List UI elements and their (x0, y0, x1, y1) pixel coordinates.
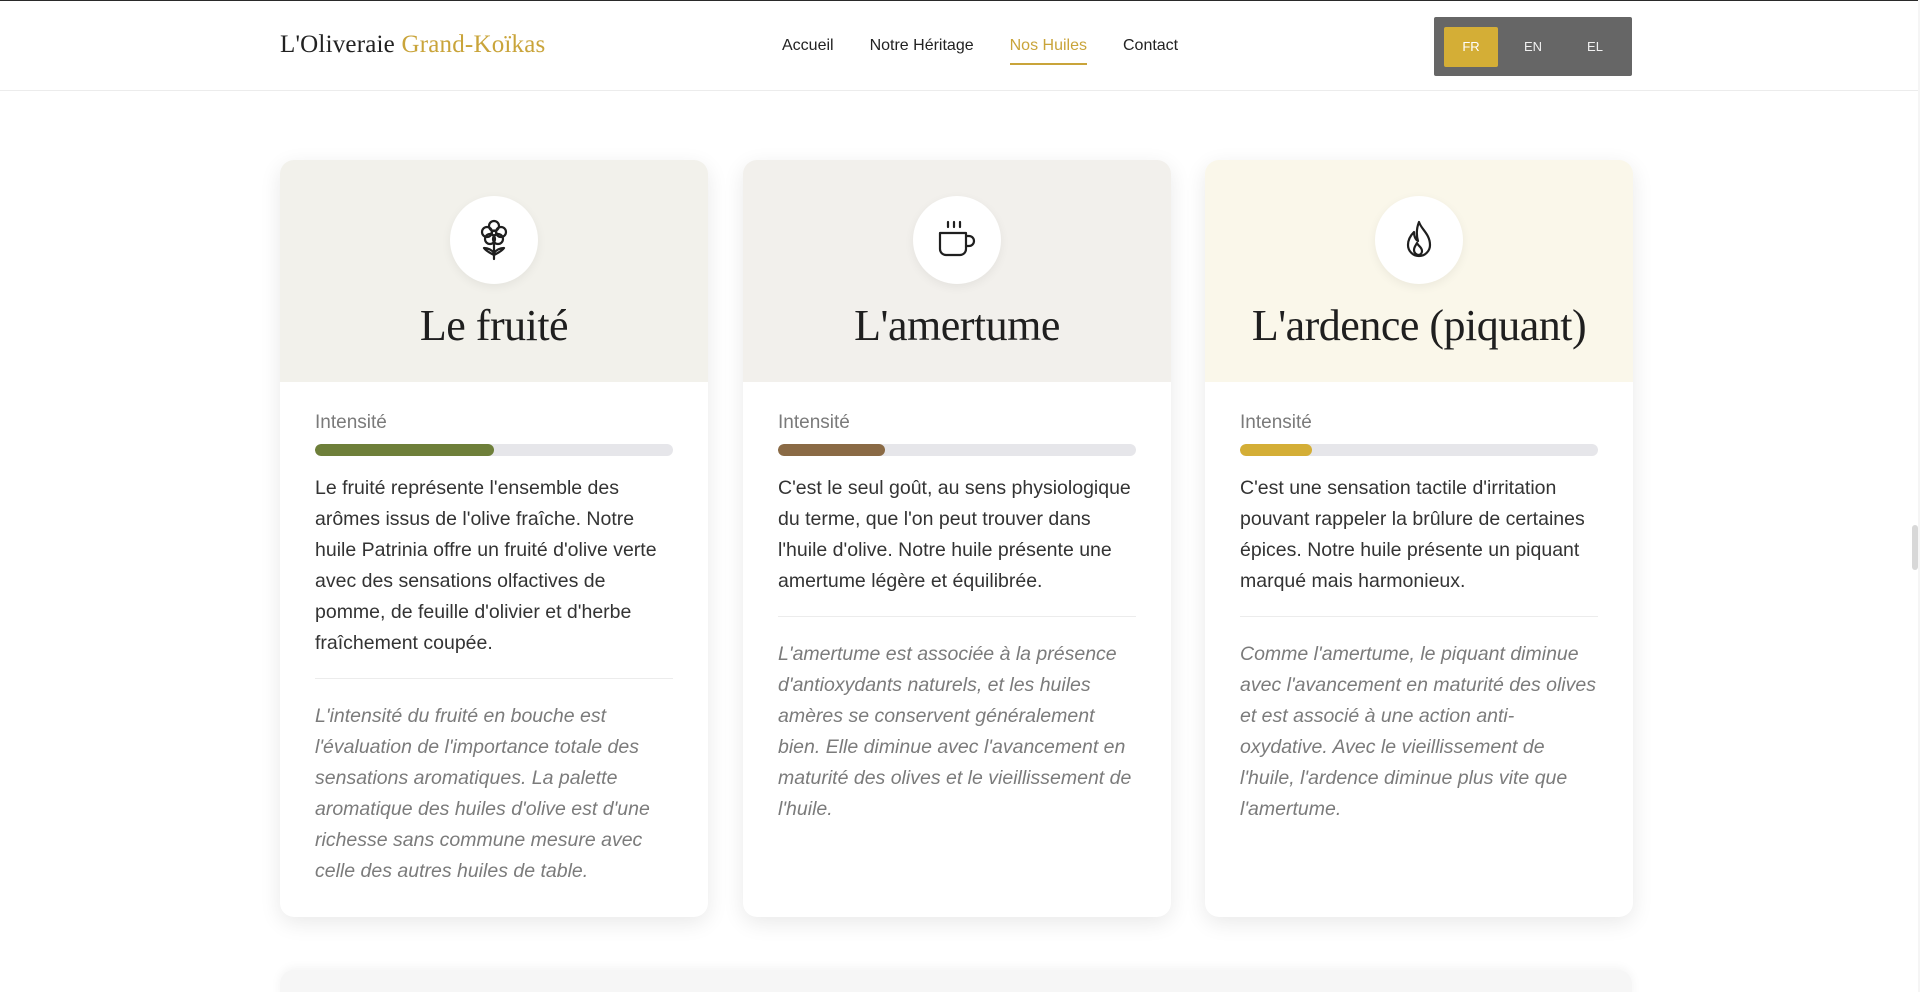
card-note: Comme l'amertume, le piquant diminue ave… (1240, 643, 1596, 820)
scrollbar-thumb[interactable] (1912, 525, 1918, 570)
icon-badge (1375, 196, 1463, 284)
language-button-fr[interactable]: FR (1444, 26, 1498, 67)
flower-icon (480, 219, 508, 261)
intensity-bar (1240, 444, 1598, 456)
icon-badge (913, 196, 1001, 284)
intensity-bar-fill (315, 444, 494, 456)
card-header: Le fruité (280, 160, 708, 382)
intensity-bar (315, 444, 673, 456)
intensity-bar-fill (1240, 444, 1312, 456)
nav-link-notre-heritage[interactable]: Notre Héritage (870, 37, 974, 65)
divider (315, 678, 673, 679)
nav-link-nos-huiles[interactable]: Nos Huiles (1009, 37, 1088, 65)
flame-icon (1406, 220, 1432, 258)
card-amertume: L'amertume Intensité C'est le seul goût,… (743, 160, 1171, 917)
intensity-bar-fill (778, 444, 886, 456)
icon-badge (450, 196, 538, 284)
card-ardence: L'ardence (piquant) Intensité C'est une … (1205, 160, 1633, 917)
main-nav: Accueil Notre Héritage Nos Huiles Contac… (782, 37, 1178, 65)
logo-text: L'Oliveraie (280, 31, 402, 58)
next-section-card (280, 970, 1632, 992)
card-body: Intensité C'est une sensation tactile d'… (1205, 382, 1633, 825)
card-title: Le fruité (419, 301, 569, 350)
card-description: C'est une sensation tactile d'irritation… (1240, 477, 1585, 592)
divider (778, 616, 1136, 617)
divider (1240, 616, 1598, 617)
language-button-el[interactable]: EL (1568, 27, 1622, 67)
intensity-label: Intensité (315, 412, 387, 433)
card-note: L'amertume est associée à la présence d'… (778, 643, 1132, 820)
card-title: L'ardence (piquant) (1251, 301, 1587, 350)
nav-link-accueil[interactable]: Accueil (782, 37, 834, 65)
card-title: L'amertume (854, 301, 1060, 350)
card-header: L'ardence (piquant) (1205, 160, 1633, 382)
card-body: Intensité C'est le seul goût, au sens ph… (743, 382, 1171, 825)
intensity-bar (778, 444, 1136, 456)
site-header: L'Oliveraie Grand-Koïkas Accueil Notre H… (0, 1, 1918, 91)
intensity-label: Intensité (1240, 412, 1312, 433)
language-switcher: FR EN EL (1434, 17, 1632, 76)
card-body: Intensité Le fruité représente l'ensembl… (280, 382, 708, 887)
site-logo[interactable]: L'Oliveraie Grand-Koïkas (280, 31, 545, 59)
logo-accent-text: Grand-Koïkas (401, 31, 546, 58)
intensity-label: Intensité (778, 412, 850, 433)
nav-link-contact[interactable]: Contact (1123, 37, 1178, 65)
coffee-cup-icon (938, 220, 976, 257)
language-button-en[interactable]: EN (1506, 27, 1560, 67)
card-fruite: Le fruité Intensité Le fruité représente… (280, 160, 708, 917)
card-note: L'intensité du fruité en bouche est l'év… (315, 705, 650, 882)
card-header: L'amertume (743, 160, 1171, 382)
card-description: Le fruité représente l'ensemble des arôm… (315, 477, 657, 654)
card-description: C'est le seul goût, au sens physiologiqu… (778, 477, 1131, 592)
